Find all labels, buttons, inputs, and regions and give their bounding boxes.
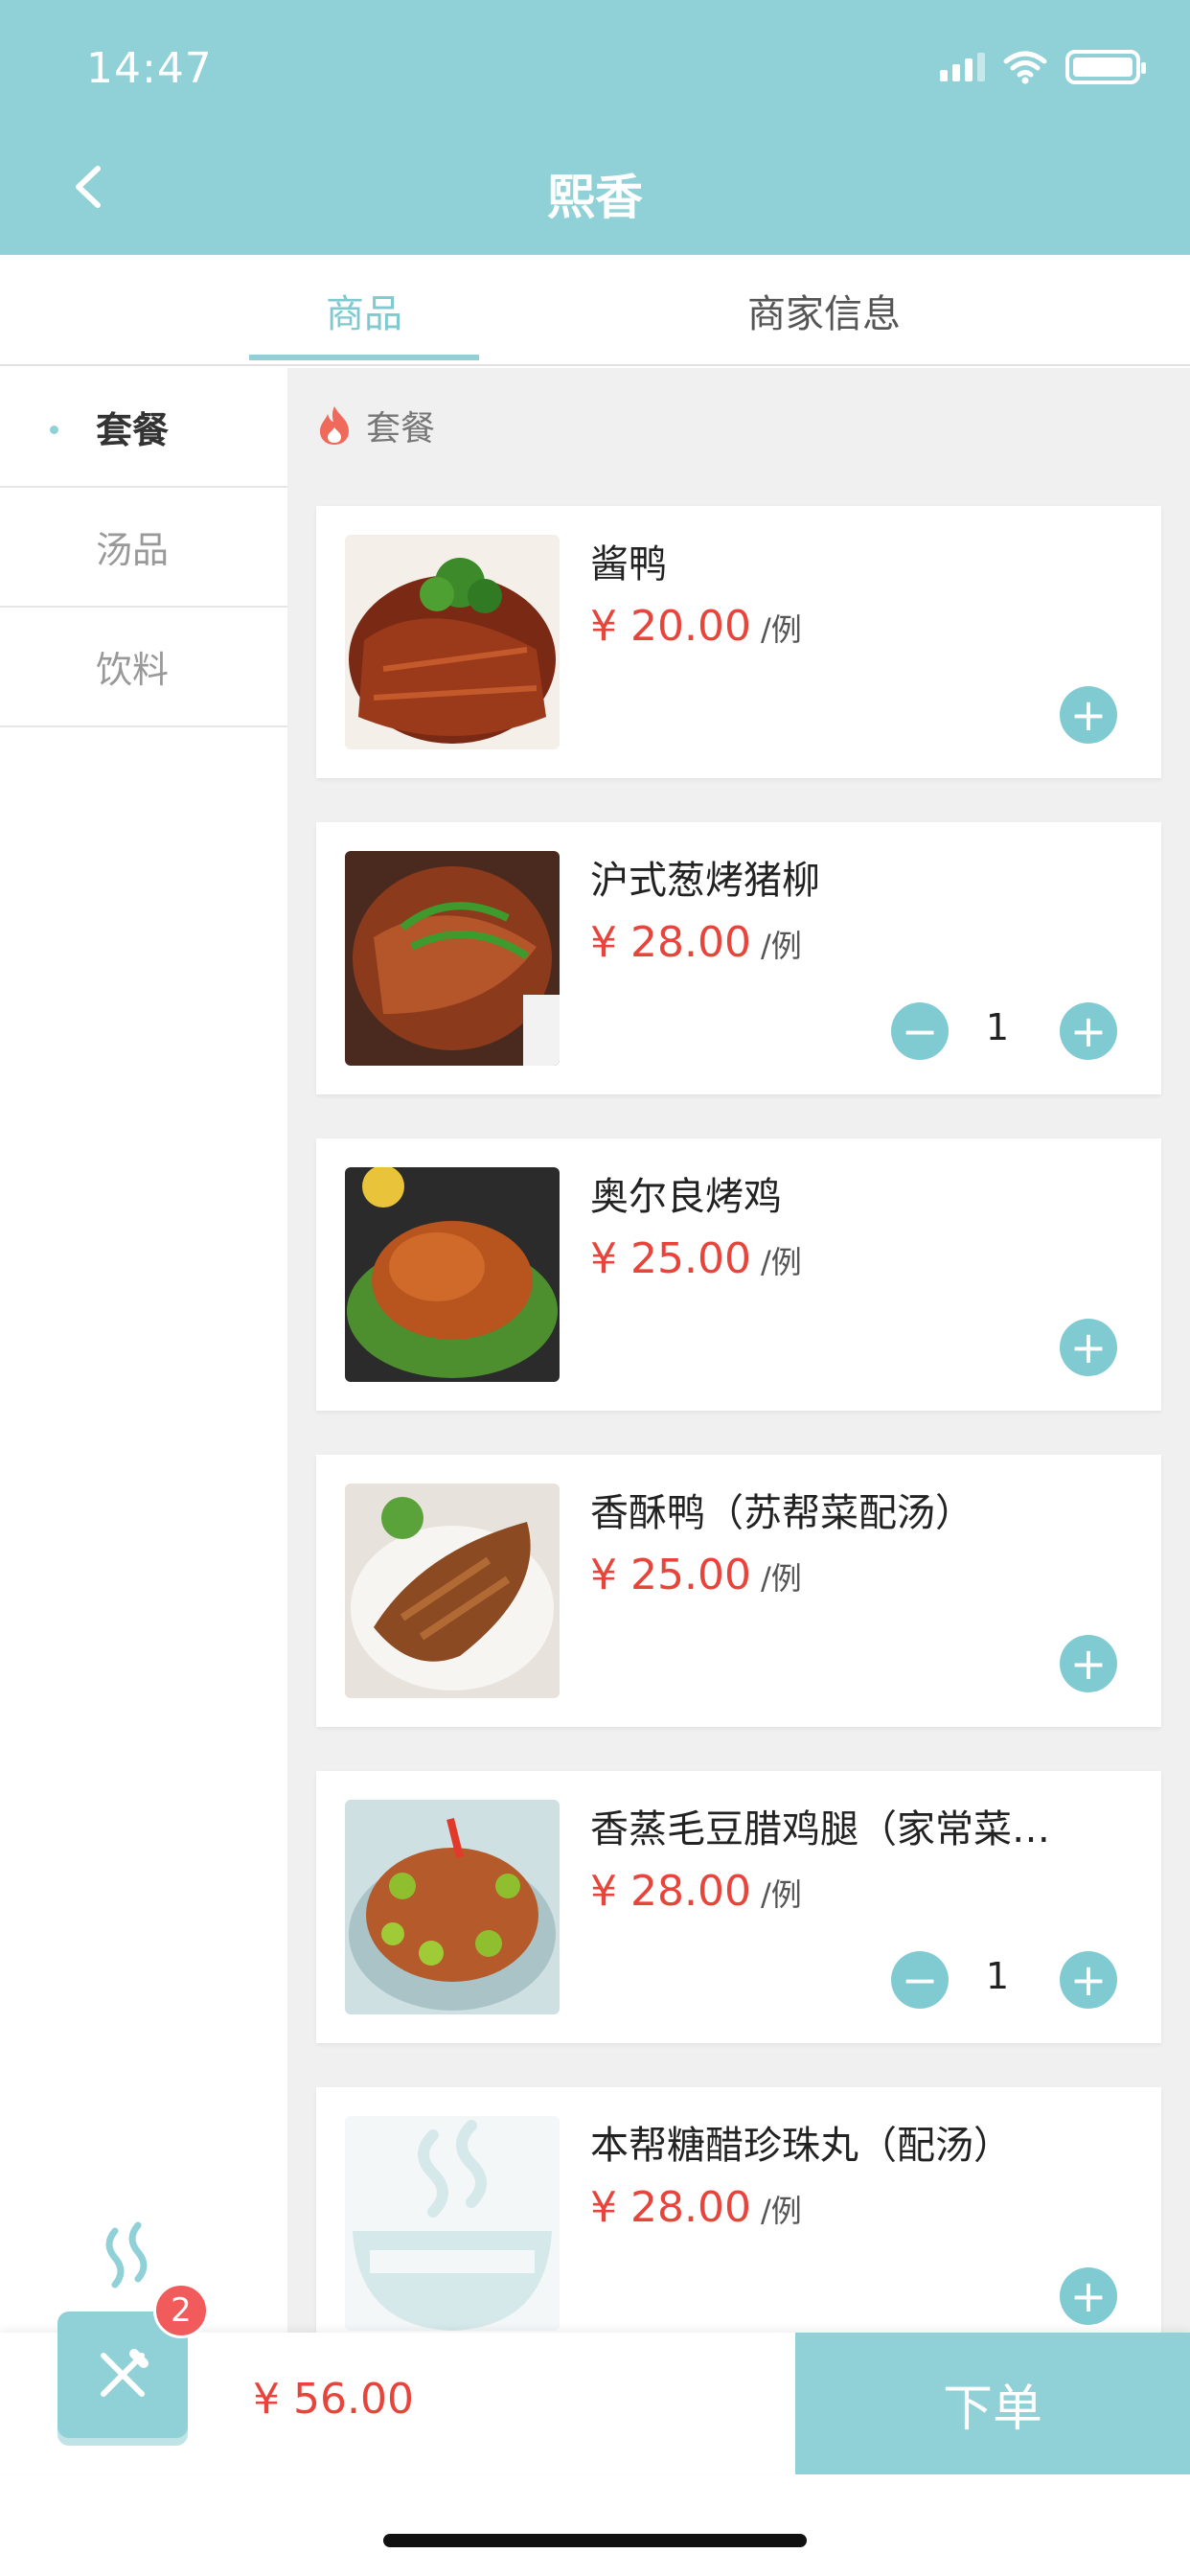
add-button[interactable]: + [1060,1951,1117,2009]
price-unit: /例 [760,2193,802,2229]
dish-price: ¥ 20.00/例 [590,602,802,651]
home-indicator [383,2534,807,2547]
plus-icon: + [1069,689,1108,741]
sidebar-item-label: 汤品 [96,529,170,571]
active-dot [50,426,58,434]
dish-name: 奥尔良烤鸡 [590,1175,782,1219]
price-value: ¥ 28.00 [590,918,751,967]
cart-total-price: ¥ 56.00 [253,2375,414,2424]
active-tab-indicator [249,355,479,360]
price-value: ¥ 25.00 [590,1234,751,1283]
tab-bar: 商品 商家信息 [0,255,1190,366]
dish-placeholder-image [345,2116,560,2331]
price-unit: /例 [760,1560,802,1597]
dish-price: ¥ 25.00/例 [590,1551,802,1599]
add-button[interactable]: + [1060,686,1117,744]
price-unit: /例 [760,928,802,964]
dish-image [345,1484,560,1698]
sidebar-item-label: 饮料 [96,649,170,691]
sidebar-item-soup[interactable]: 汤品 [0,488,287,608]
battery-icon [1065,50,1146,84]
minus-icon: − [901,1954,939,2006]
price-unit: /例 [760,611,802,648]
quantity-value: 1 [985,1955,1010,1997]
dish-price: ¥ 28.00/例 [590,2183,802,2232]
page-title: 熙香 [547,170,643,225]
product-card: 香蒸毛豆腊鸡腿（家常菜… ¥ 28.00/例 − 1 + [316,1771,1161,2043]
add-button[interactable]: + [1060,1635,1117,1692]
tab-shop-info[interactable]: 商家信息 [709,255,939,366]
plus-icon: + [1069,1638,1108,1690]
product-card: 奥尔良烤鸡 ¥ 25.00/例 + [316,1138,1161,1411]
place-order-button[interactable]: 下单 [795,2333,1190,2474]
cart-button[interactable]: 2 [54,2221,209,2451]
add-button[interactable]: + [1060,2267,1117,2325]
dish-image [345,535,560,749]
status-time: 14:47 [86,44,213,93]
price-unit: /例 [760,1876,802,1913]
price-value: ¥ 28.00 [590,2183,751,2232]
sidebar-item-label: 套餐 [96,409,170,451]
dish-image [345,1167,560,1382]
price-value: ¥ 25.00 [590,1551,751,1599]
dish-name: 香酥鸭（苏帮菜配汤） [590,1491,973,1535]
add-button[interactable]: + [1060,1319,1117,1376]
price-unit: /例 [760,1244,802,1280]
sidebar-item-set-meal[interactable]: 套餐 [0,368,287,488]
product-card: 酱鸭 ¥ 20.00/例 + [316,506,1161,778]
section-header: 套餐 [316,401,435,450]
category-sidebar: 套餐 汤品 饮料 [0,368,287,2333]
wifi-icon [1003,51,1047,84]
minus-icon: − [901,1005,939,1057]
plus-icon: + [1069,1322,1108,1373]
dish-name: 本帮糖醋珍珠丸（配汤） [590,2124,1012,2168]
section-title: 套餐 [366,409,436,448]
dish-name: 沪式葱烤猪柳 [590,859,820,903]
decrease-button[interactable]: − [891,1002,949,1060]
dish-price: ¥ 25.00/例 [590,1234,802,1283]
product-card: 香酥鸭（苏帮菜配汤） ¥ 25.00/例 + [316,1455,1161,1727]
dish-price: ¥ 28.00/例 [590,918,802,967]
top-bar: 14:47 熙香 [0,0,1190,255]
status-icons [940,50,1146,84]
quantity-value: 1 [985,1006,1010,1048]
steam-icon [105,2221,148,2288]
add-button[interactable]: + [1060,1002,1117,1060]
price-value: ¥ 28.00 [590,1867,751,1916]
dish-name: 香蒸毛豆腊鸡腿（家常菜… [590,1807,1050,1852]
dish-price: ¥ 28.00/例 [590,1867,802,1916]
product-card: 本帮糖醋珍珠丸（配汤） ¥ 28.00/例 + [316,2087,1161,2333]
plus-icon: + [1069,2270,1108,2322]
plus-icon: + [1069,1954,1108,2006]
plus-icon: + [1069,1005,1108,1057]
decrease-button[interactable]: − [891,1951,949,2009]
dish-image [345,851,560,1066]
price-value: ¥ 20.00 [590,602,751,651]
cellular-signal-icon [940,53,985,81]
sidebar-item-drinks[interactable]: 饮料 [0,608,287,727]
fire-icon [320,406,349,445]
cart-count-badge: 2 [153,2283,209,2338]
dish-name: 酱鸭 [590,542,667,586]
dish-image [345,1800,560,2014]
product-card: 沪式葱烤猪柳 ¥ 28.00/例 − 1 + [316,822,1161,1094]
tab-goods[interactable]: 商品 [249,255,479,366]
fork-knife-icon [101,2349,149,2397]
product-list[interactable]: 套餐 酱鸭 ¥ 20.00/例 + 沪式葱烤猪柳 ¥ 28.00 /例 − 1 … [287,368,1190,2333]
